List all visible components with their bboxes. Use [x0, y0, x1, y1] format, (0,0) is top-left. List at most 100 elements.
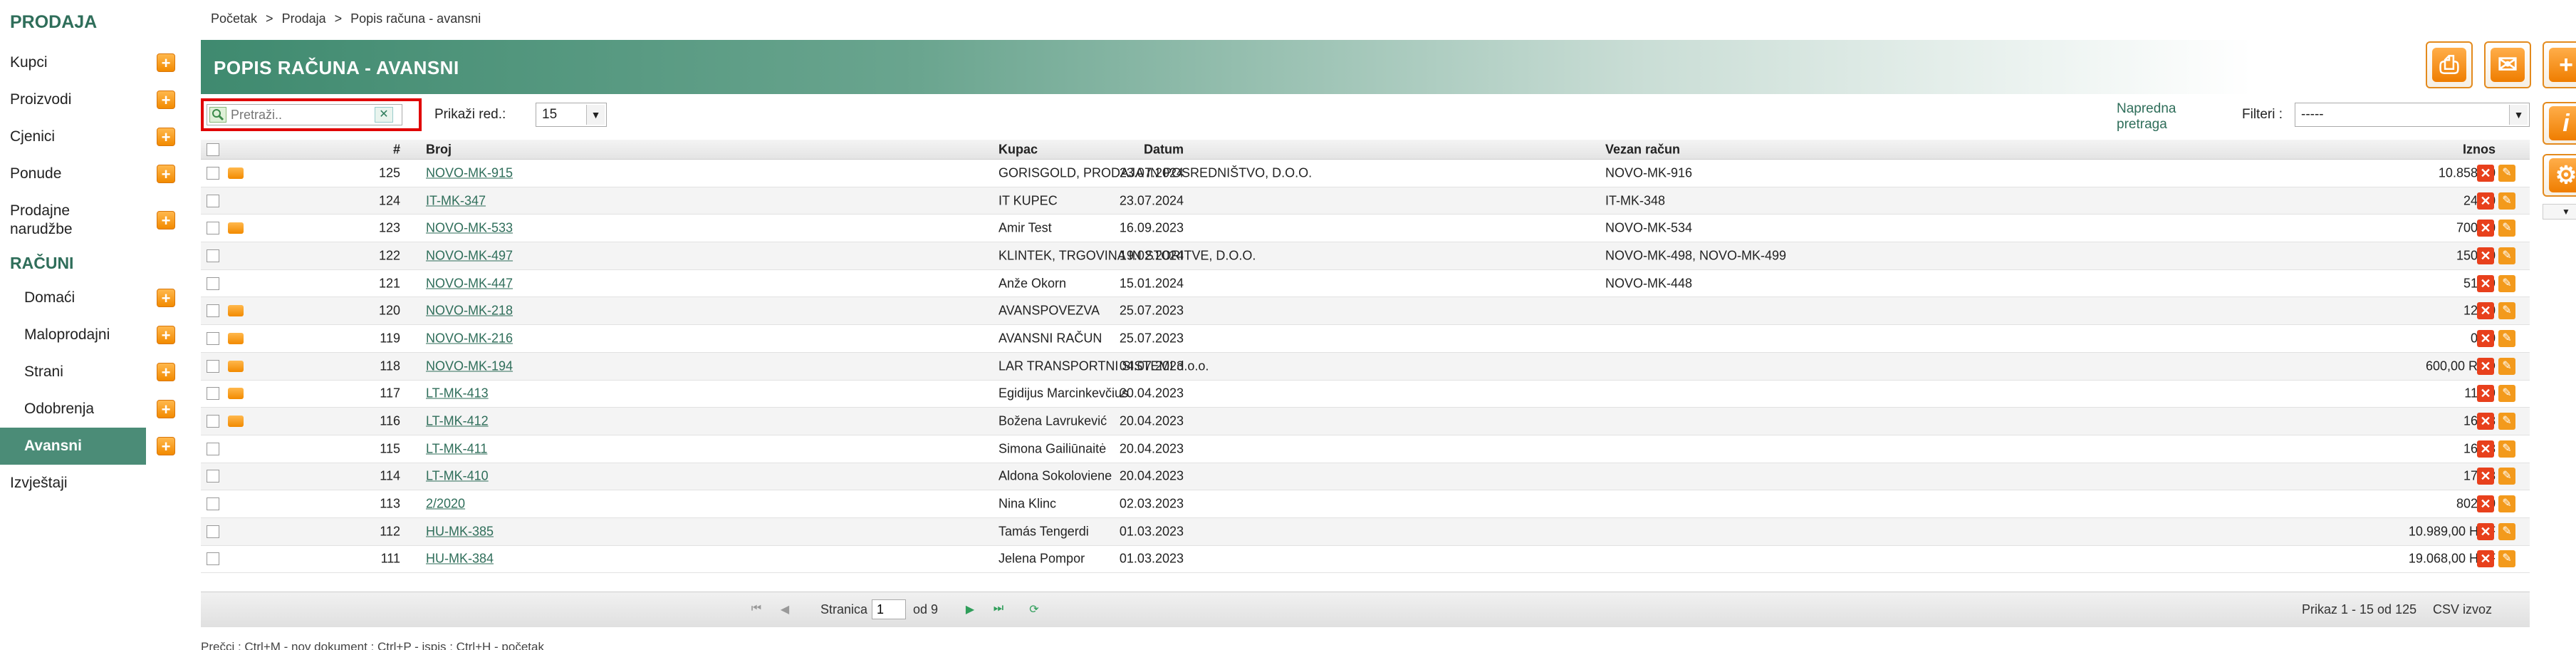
sidebar-item-cjenici[interactable]: Cjenici +: [0, 118, 191, 155]
breadcrumb-prodaja[interactable]: Prodaja: [282, 11, 326, 26]
invoice-number-link[interactable]: NOVO-MK-218: [426, 304, 513, 319]
edit-icon[interactable]: ✎: [2498, 468, 2515, 485]
invoice-number-link[interactable]: HU-MK-385: [426, 524, 494, 539]
select-all-checkbox[interactable]: [207, 143, 219, 156]
table-row[interactable]: 118 NOVO-MK-194 04.07.2023 LAR TRANSPORTNI …: [201, 352, 2530, 381]
delete-icon[interactable]: ✕: [2477, 220, 2494, 237]
sidebar-item-kupci[interactable]: Kupci +: [0, 44, 191, 81]
table-row[interactable]: 111 HU-MK-384 01.03.2023 Jelena Pompor 19.06…: [201, 546, 2530, 574]
edit-icon[interactable]: ✎: [2498, 220, 2515, 237]
table-row[interactable]: 124IT-MK-34723.07.2024IT KUPECIT-MK-3482…: [201, 187, 2530, 215]
sidebar-item-maloprodajni[interactable]: Maloprodajni +: [0, 316, 191, 354]
delete-icon[interactable]: ✕: [2477, 468, 2494, 485]
row-checkbox[interactable]: [207, 387, 219, 401]
invoice-number-link[interactable]: LT-MK-413: [426, 386, 489, 401]
info-button[interactable]: i: [2543, 102, 2576, 145]
table-row[interactable]: 113 2/2020 02.03.2023 Nina Klinc 802,00 ✕ ✎: [201, 490, 2530, 518]
edit-icon[interactable]: ✎: [2498, 385, 2515, 403]
print-icon[interactable]: [228, 416, 244, 428]
sidebar-item-avansni[interactable]: Avansni +: [0, 428, 175, 465]
plus-icon[interactable]: +: [157, 91, 175, 109]
table-row[interactable]: 125 NOVO-MK-915 23.07.2024 GORISGOLD, PRODA…: [201, 160, 2530, 187]
edit-icon[interactable]: ✎: [2498, 413, 2515, 430]
row-checkbox[interactable]: [207, 166, 219, 180]
edit-icon[interactable]: ✎: [2498, 495, 2515, 513]
table-row[interactable]: 114 LT-MK-410 20.04.2023 Aldona Sokoloviene…: [201, 463, 2530, 491]
table-row[interactable]: 116LT-MK-41220.04.2023Božena Lavrukević1…: [201, 408, 2530, 435]
rows-per-page-select[interactable]: 15 ▼: [536, 103, 607, 127]
plus-icon[interactable]: +: [157, 289, 175, 307]
prev-page-icon[interactable]: ◀: [778, 602, 792, 617]
row-checkbox[interactable]: [207, 552, 219, 566]
plus-icon[interactable]: +: [157, 165, 175, 183]
print-icon[interactable]: [228, 332, 244, 344]
delete-icon[interactable]: ✕: [2477, 495, 2494, 513]
filter-select[interactable]: ----- ▼: [2295, 103, 2530, 127]
search-input[interactable]: [231, 106, 370, 123]
edit-icon[interactable]: ✎: [2498, 329, 2515, 347]
csv-export-link[interactable]: CSV izvoz: [2433, 602, 2492, 617]
delete-icon[interactable]: ✕: [2477, 302, 2494, 320]
plus-icon[interactable]: +: [157, 363, 175, 381]
print-icon[interactable]: [228, 222, 244, 234]
invoice-number-link[interactable]: 2/2020: [426, 497, 465, 512]
edit-icon[interactable]: ✎: [2498, 302, 2515, 320]
invoice-number-link[interactable]: NOVO-MK-194: [426, 358, 513, 373]
edit-icon[interactable]: ✎: [2498, 550, 2515, 568]
plus-icon[interactable]: +: [157, 437, 175, 455]
delete-icon[interactable]: ✕: [2477, 164, 2494, 182]
print-icon[interactable]: [228, 167, 244, 179]
header-broj[interactable]: Broj: [426, 142, 452, 157]
more-dropdown-button[interactable]: ▼: [2543, 204, 2576, 220]
row-checkbox[interactable]: [207, 194, 219, 207]
invoice-number-link[interactable]: IT-MK-347: [426, 193, 486, 208]
row-checkbox[interactable]: [207, 222, 219, 235]
invoice-number-link[interactable]: NOVO-MK-216: [426, 331, 513, 346]
sidebar-item-strani[interactable]: Strani +: [0, 354, 191, 391]
header-vezan-racun[interactable]: Vezan račun: [1605, 142, 1680, 157]
sidebar-item-izvjestaji[interactable]: Izvještaji: [0, 465, 191, 502]
edit-icon[interactable]: ✎: [2498, 247, 2515, 264]
delete-icon[interactable]: ✕: [2477, 440, 2494, 458]
last-page-icon[interactable]: ⏭: [991, 602, 1006, 617]
table-row[interactable]: 121 NOVO-MK-447 15.01.2024 Anže Okorn NOVO-M…: [201, 270, 2530, 298]
row-checkbox[interactable]: [207, 497, 219, 511]
next-page-icon[interactable]: ▶: [963, 602, 977, 617]
refresh-icon[interactable]: ⟳: [1027, 602, 1041, 617]
advanced-search-link[interactable]: Napredna pretraga: [2117, 101, 2185, 133]
sidebar-item-ponude[interactable]: Ponude +: [0, 155, 191, 192]
table-row[interactable]: 115 LT-MK-411 20.04.2023 Simona Gailiūnaitė…: [201, 435, 2530, 463]
edit-icon[interactable]: ✎: [2498, 164, 2515, 182]
row-checkbox[interactable]: [207, 249, 219, 262]
table-row[interactable]: 123 NOVO-MK-533 16.09.2023 Amir Test NOVO-MK…: [201, 215, 2530, 243]
invoice-number-link[interactable]: NOVO-MK-447: [426, 276, 513, 291]
first-page-icon[interactable]: ⏮: [749, 602, 763, 617]
plus-icon[interactable]: +: [157, 326, 175, 344]
print-icon[interactable]: [228, 360, 244, 372]
delete-icon[interactable]: ✕: [2477, 247, 2494, 264]
edit-icon[interactable]: ✎: [2498, 274, 2515, 292]
sidebar-item-domaci[interactable]: Domaći +: [0, 279, 191, 316]
plus-icon[interactable]: +: [157, 400, 175, 418]
breadcrumb-home[interactable]: Početak: [211, 11, 257, 26]
table-row[interactable]: 120NOVO-MK-21825.07.2023AVANSPOVEZVA12,2…: [201, 297, 2530, 326]
edit-icon[interactable]: ✎: [2498, 357, 2515, 375]
sidebar-item-prodajne-narudzbe[interactable]: Prodajne narudžbe +: [0, 192, 191, 248]
delete-icon[interactable]: ✕: [2477, 413, 2494, 430]
delete-icon[interactable]: ✕: [2477, 192, 2494, 210]
page-number-input[interactable]: [872, 599, 906, 619]
print-icon[interactable]: [228, 305, 244, 317]
plus-icon[interactable]: +: [157, 128, 175, 146]
edit-icon[interactable]: ✎: [2498, 522, 2515, 540]
invoice-number-link[interactable]: LT-MK-411: [426, 441, 487, 456]
search-icon[interactable]: [209, 107, 226, 123]
row-checkbox[interactable]: [207, 442, 219, 455]
row-checkbox[interactable]: [207, 359, 219, 373]
delete-icon[interactable]: ✕: [2477, 522, 2494, 540]
row-checkbox[interactable]: [207, 331, 219, 345]
edit-icon[interactable]: ✎: [2498, 440, 2515, 458]
print-button[interactable]: ⎙: [2426, 41, 2473, 88]
sidebar-item-proizvodi[interactable]: Proizvodi +: [0, 81, 191, 118]
row-checkbox[interactable]: [207, 415, 219, 428]
clear-search-icon[interactable]: ✕: [375, 107, 393, 123]
